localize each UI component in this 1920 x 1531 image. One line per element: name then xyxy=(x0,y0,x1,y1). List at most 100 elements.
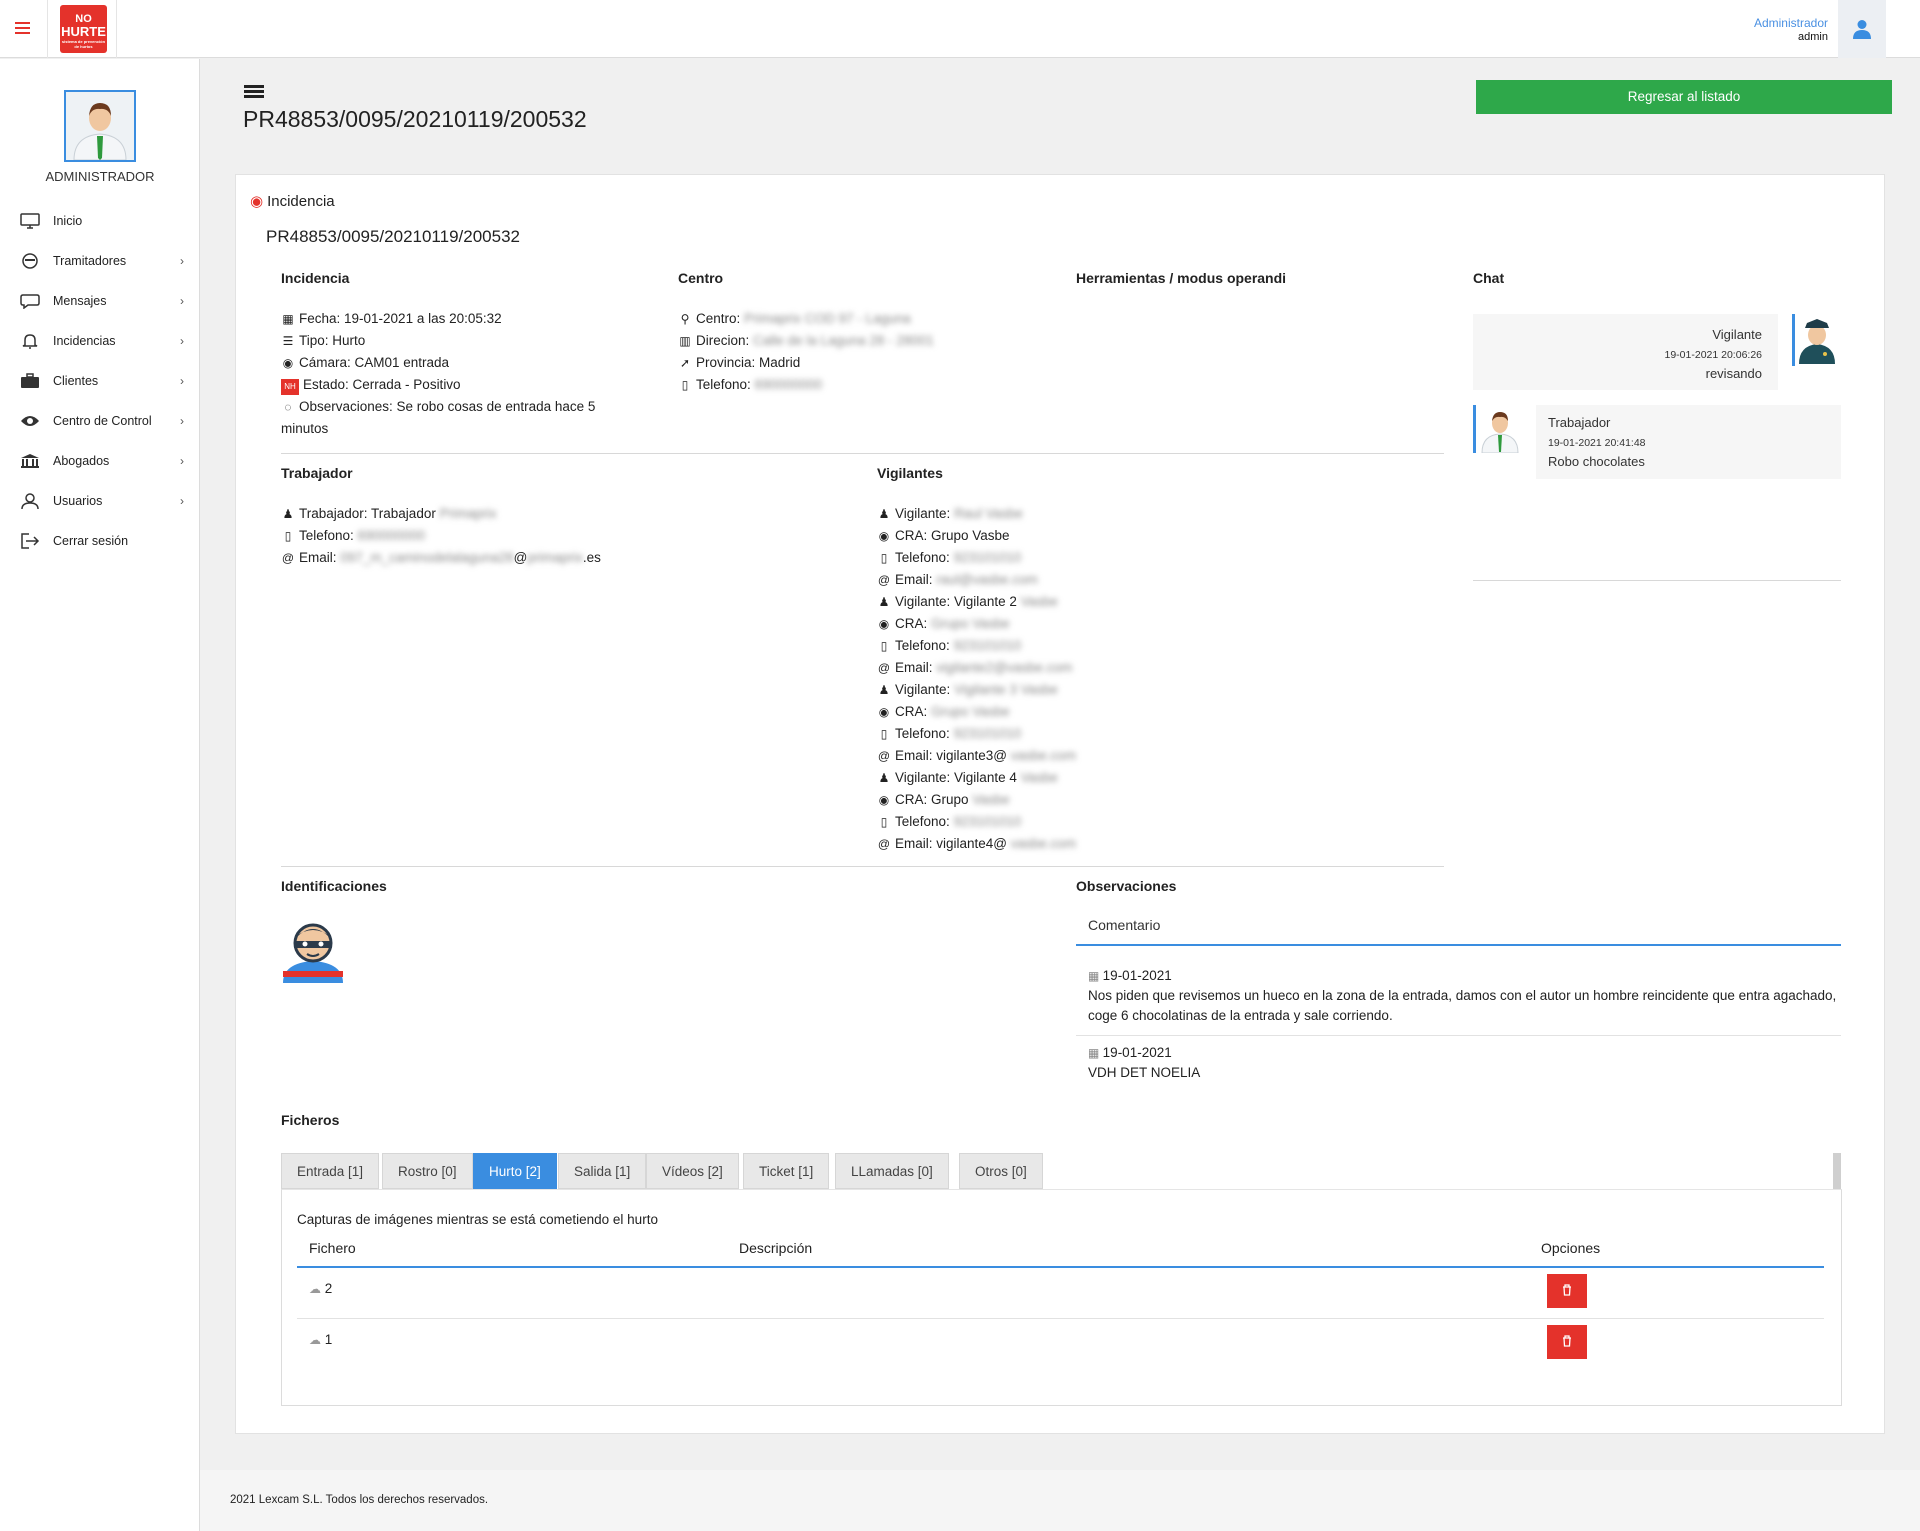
vigilante-row-blurred: vasbe.com xyxy=(1010,836,1077,851)
sidebar-item-clientes[interactable]: Clientes › xyxy=(0,361,200,401)
tab-salida[interactable]: Salida [1] xyxy=(558,1153,647,1189)
vigilante-row-blurred: Vasbe xyxy=(972,792,1010,807)
observacion-text: VDH DET NOELIA xyxy=(1088,1065,1201,1080)
incidencia-tipo-text: Tipo: Hurto xyxy=(299,333,366,348)
sidebar-item-cerrar-sesion[interactable]: Cerrar sesión xyxy=(0,521,200,561)
chevron-right-icon: › xyxy=(180,454,184,468)
vigilante-row: ◉ CRA: Grupo Vasbe xyxy=(877,792,1010,807)
phone-icon: ▯ xyxy=(880,815,888,829)
tab-llamadas[interactable]: LLamadas [0] xyxy=(835,1153,949,1189)
sidebar-item-centro-control[interactable]: Centro de Control › xyxy=(0,401,200,441)
chat-text: Robo chocolates xyxy=(1548,454,1645,469)
chat-message-vigilante: Vigilante 19-01-2021 20:06:26 revisando xyxy=(1473,314,1778,390)
email-blurred: primaprix xyxy=(527,550,583,565)
content-header: PR48853/0095/20210119/200532 Regresar al… xyxy=(200,59,1920,169)
eye-icon: ◉ xyxy=(250,193,264,210)
bell-icon xyxy=(22,334,38,349)
sidebar-item-label: Usuarios xyxy=(53,494,103,508)
admin-avatar xyxy=(64,90,136,162)
telefono-label: Telefono: xyxy=(299,528,354,543)
delete-button[interactable] xyxy=(1547,1274,1587,1308)
vigilante-row-blurred: Vigilante 3 Vasbe xyxy=(954,682,1058,697)
cloud-download-icon[interactable]: ☁ xyxy=(309,1282,321,1296)
calendar-icon: ▦ xyxy=(282,312,294,326)
telefono-label: Telefono: xyxy=(696,377,751,392)
vigilante-row-label: Telefono: xyxy=(895,550,950,565)
vigilante-row-blurred: raul@vasbe.com xyxy=(936,572,1038,587)
table-row-fichero[interactable]: ☁ 1 xyxy=(309,1332,332,1347)
vigilante-row-label: Vigilante: xyxy=(895,506,951,521)
tab-entrada[interactable]: Entrada [1] xyxy=(281,1153,380,1189)
chat-divider xyxy=(1473,580,1841,581)
thief-avatar-icon[interactable] xyxy=(281,919,345,983)
card-title: ◉ Incidencia xyxy=(250,192,335,210)
user-icon: ♟ xyxy=(878,595,890,609)
tab-otros[interactable]: Otros [0] xyxy=(959,1153,1043,1189)
centro-provincia: ➚ Provincia: Madrid xyxy=(678,355,800,370)
sidebar-item-label: Abogados xyxy=(53,454,110,468)
at-icon: @ xyxy=(281,551,295,565)
chat-text: revisando xyxy=(1705,366,1762,381)
centro-direccion: ▥ Direcion: Calle de la Laguna 28 - 28001 xyxy=(678,333,934,348)
menu-toggle-icon[interactable] xyxy=(15,22,30,34)
vigilante-row-blurred: 923101010 xyxy=(953,638,1022,653)
tab-rostro[interactable]: Rostro [0] xyxy=(382,1153,473,1189)
delete-button[interactable] xyxy=(1547,1325,1587,1359)
trabajador-nombre: ♟ Trabajador: Trabajador Primaprix xyxy=(281,506,497,521)
sidebar-nav: Inicio Tramitadores › Mensajes › Inciden… xyxy=(0,201,200,561)
chevron-right-icon: › xyxy=(180,334,184,348)
eye-icon: ◉ xyxy=(878,617,890,631)
sidebar-item-usuarios[interactable]: Usuarios › xyxy=(0,481,200,521)
user-menu-button[interactable] xyxy=(1838,0,1886,58)
provincia-text: Provincia: Madrid xyxy=(696,355,801,370)
vigilante-row-label: Telefono: xyxy=(895,814,950,829)
tab-ticket[interactable]: Ticket [1] xyxy=(743,1153,830,1189)
phone-icon: ▯ xyxy=(284,529,292,543)
eye-icon: ◉ xyxy=(878,793,890,807)
incidencia-obs-text: Observaciones: Se robo cosas de entrada … xyxy=(299,399,596,414)
sidebar-item-abogados[interactable]: Abogados › xyxy=(0,441,200,481)
chat-bubble-icon xyxy=(20,294,40,309)
user-role[interactable]: Administrador xyxy=(1754,16,1828,30)
at-icon: @ xyxy=(877,837,891,851)
phone-icon: ▯ xyxy=(880,639,888,653)
no-hurte-logo[interactable]: NO HURTE sistema de prevención de hurtos xyxy=(60,5,107,53)
centro-nombre: ⚲ Centro: Primaprix COD 97 - Laguna xyxy=(678,311,911,326)
sidebar-item-tramitadores[interactable]: Tramitadores › xyxy=(0,241,200,281)
logo-text-hurte: HURTE xyxy=(61,24,106,39)
centro-label: Centro: xyxy=(696,311,741,326)
incidencia-estado-text: Estado: Cerrada - Positivo xyxy=(303,377,461,392)
vigilante-row: @ Email: raul@vasbe.com xyxy=(877,572,1038,587)
vigilante-row: ♟ Vigilante: Vigilante 3 Vasbe xyxy=(877,682,1058,697)
top-bar: NO HURTE sistema de prevención de hurtos… xyxy=(0,0,1920,58)
user-name: admin xyxy=(1798,31,1828,43)
sidebar-item-incidencias[interactable]: Incidencias › xyxy=(0,321,200,361)
vigilante-row: ▯ Telefono: 923101010 xyxy=(877,638,1021,653)
spinner-icon: ◌ xyxy=(284,400,292,414)
tabs-scrollbar[interactable] xyxy=(1833,1153,1841,1189)
vigilante-row: @ Email: vigilante3@ vasbe.com xyxy=(877,748,1076,763)
vigilante-row-blurred: vasbe.com xyxy=(1010,748,1077,763)
trabajador-blurred: Primaprix xyxy=(439,506,497,521)
incidencia-camara: ◉ Cámara: CAM01 entrada xyxy=(281,355,449,370)
herramientas-heading: Herramientas / modus operandi xyxy=(1076,270,1287,286)
cloud-download-icon[interactable]: ☁ xyxy=(309,1333,321,1347)
back-to-list-button[interactable]: Regresar al listado xyxy=(1476,80,1892,114)
chat-message-trabajador: Trabajador 19-01-2021 20:41:48 Robo choc… xyxy=(1536,405,1841,479)
tab-hurto[interactable]: Hurto [2] xyxy=(473,1153,557,1189)
vigilante-row-blurred: vigilante2@vasbe.com xyxy=(936,660,1073,675)
user-info[interactable]: Administrador admin xyxy=(1754,16,1828,44)
trabajador-heading: Trabajador xyxy=(281,465,353,481)
sidebar-item-mensajes[interactable]: Mensajes › xyxy=(0,281,200,321)
vigilante-row: ▯ Telefono: 923101010 xyxy=(877,726,1021,741)
incidencia-tipo: ☰ Tipo: Hurto xyxy=(281,333,366,348)
incidencia-fecha-text: Fecha: 19-01-2021 a las 20:05:32 xyxy=(299,311,502,326)
chat-date: 19-01-2021 20:41:48 xyxy=(1548,437,1646,449)
tab-videos[interactable]: Vídeos [2] xyxy=(646,1153,739,1189)
sidebar-item-inicio[interactable]: Inicio xyxy=(0,201,200,241)
database-icon: ☰ xyxy=(282,334,294,348)
panel-description: Capturas de imágenes mientras se está co… xyxy=(297,1212,658,1227)
sidebar-item-label: Incidencias xyxy=(53,334,116,348)
table-row-fichero[interactable]: ☁ 2 xyxy=(309,1281,332,1296)
table-row-divider xyxy=(297,1318,1824,1319)
